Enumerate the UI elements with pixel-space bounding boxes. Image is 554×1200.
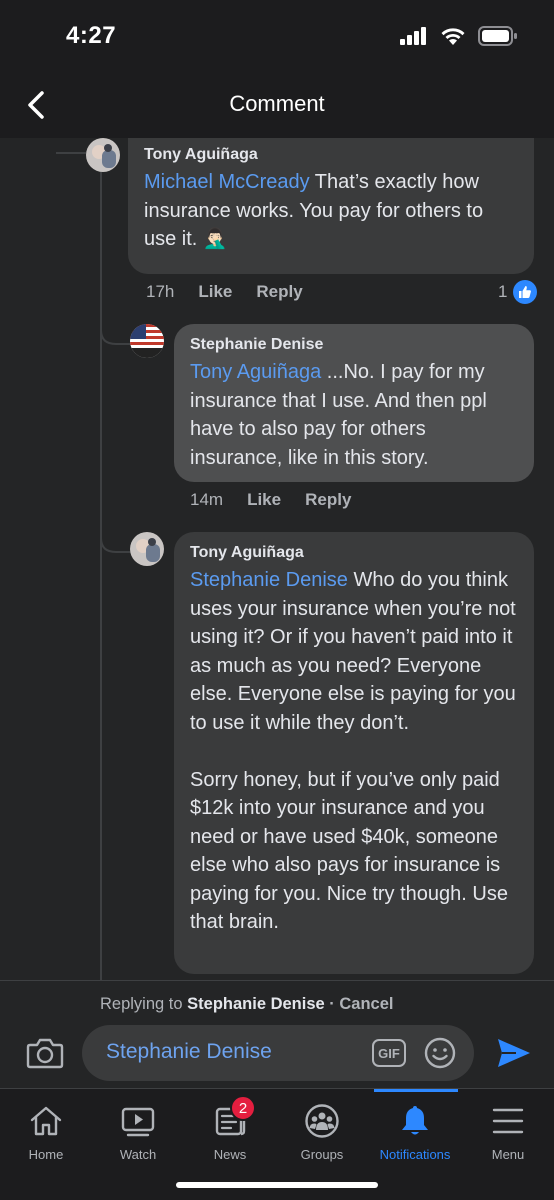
comment-bubble[interactable]: Tony Aguiñaga Michael McCready That’s ex… <box>128 138 534 274</box>
like-button[interactable]: Like <box>198 282 232 302</box>
mention-link[interactable]: Michael McCready <box>144 171 310 193</box>
status-bar: 4:27 <box>0 0 554 72</box>
reply-composer: Replying to Stephanie Denise · Cancel St… <box>0 980 554 1088</box>
tab-groups[interactable]: Groups <box>276 1089 368 1169</box>
mention-link[interactable]: Stephanie Denise <box>190 569 348 591</box>
menu-icon <box>490 1103 526 1139</box>
camera-icon[interactable] <box>26 1037 64 1069</box>
reply-button[interactable]: Reply <box>305 490 351 510</box>
comment-actions: 14m Like Reply <box>190 490 351 510</box>
avatar[interactable] <box>130 532 164 566</box>
send-icon[interactable] <box>496 1037 532 1069</box>
comment-text: Michael McCready That’s exactly how insu… <box>144 171 489 250</box>
comment-text: Tony Aguiñaga ...No. I pay for my insura… <box>190 361 493 469</box>
battery-icon <box>478 26 517 46</box>
like-button[interactable]: Like <box>247 490 281 510</box>
tab-label: Notifications <box>379 1147 451 1162</box>
replying-to-label: Replying to Stephanie Denise · Cancel <box>100 995 394 1013</box>
status-time: 4:27 <box>66 22 117 49</box>
tab-home[interactable]: Home <box>0 1089 92 1169</box>
header: Comment <box>0 72 554 138</box>
reaction-count[interactable]: 1 <box>498 280 538 304</box>
comment-text: Stephanie Denise Who do you think uses y… <box>190 569 516 933</box>
notification-badge: 2 <box>230 1095 256 1121</box>
thread-curve <box>100 318 130 345</box>
bell-icon <box>397 1103 433 1139</box>
tab-label: Home <box>28 1147 64 1162</box>
avatar[interactable] <box>130 324 164 358</box>
page-title: Comment <box>229 91 325 116</box>
comment-author[interactable]: Tony Aguiñaga <box>190 544 518 562</box>
avatar[interactable] <box>86 138 120 172</box>
groups-icon <box>304 1103 340 1139</box>
tab-menu[interactable]: Menu <box>462 1089 554 1169</box>
news-icon: 2 <box>212 1095 256 1139</box>
status-icons <box>400 26 518 46</box>
comment-time: 17h <box>146 282 175 301</box>
mention-link[interactable]: Tony Aguiñaga <box>190 361 321 383</box>
tab-label: Menu <box>491 1147 525 1162</box>
cancel-reply-button[interactable]: · Cancel <box>325 995 393 1013</box>
comment-author[interactable]: Stephanie Denise <box>190 336 518 354</box>
comment-input-value[interactable]: Stephanie Denise <box>106 1040 272 1064</box>
tab-label: News <box>213 1147 247 1162</box>
comment-actions: 17h Like Reply <box>146 282 303 302</box>
thread-connector <box>56 152 86 154</box>
emoji-icon[interactable] <box>424 1037 456 1069</box>
tab-label: Groups <box>300 1147 344 1162</box>
wifi-icon <box>441 27 465 45</box>
comment-author[interactable]: Tony Aguiñaga <box>144 146 518 164</box>
home-indicator <box>176 1182 378 1188</box>
thumbs-up-icon <box>513 280 538 304</box>
tab-label: Watch <box>119 1147 157 1162</box>
cellular-signal-icon <box>400 27 426 45</box>
watch-icon <box>120 1103 156 1139</box>
thread-curve <box>100 526 130 553</box>
reply-button[interactable]: Reply <box>256 282 302 302</box>
comment-bubble[interactable]: Stephanie Denise Tony Aguiñaga ...No. I … <box>174 324 534 482</box>
comment-bubble[interactable]: Tony Aguiñaga Stephanie Denise Who do yo… <box>174 532 534 974</box>
replying-to-name: Stephanie Denise <box>187 995 325 1013</box>
gif-button[interactable]: GIF <box>372 1039 406 1067</box>
comment-input[interactable]: Stephanie Denise GIF <box>82 1025 474 1081</box>
like-count: 1 <box>498 282 508 301</box>
tab-news[interactable]: 2 News <box>184 1089 276 1169</box>
tab-notifications[interactable]: Notifications <box>369 1089 461 1169</box>
tab-watch[interactable]: Watch <box>92 1089 184 1169</box>
comment-thread: Tony Aguiñaga Michael McCready That’s ex… <box>0 138 554 980</box>
home-icon <box>28 1103 64 1139</box>
comment-time: 14m <box>190 490 224 509</box>
thread-line <box>100 138 102 980</box>
